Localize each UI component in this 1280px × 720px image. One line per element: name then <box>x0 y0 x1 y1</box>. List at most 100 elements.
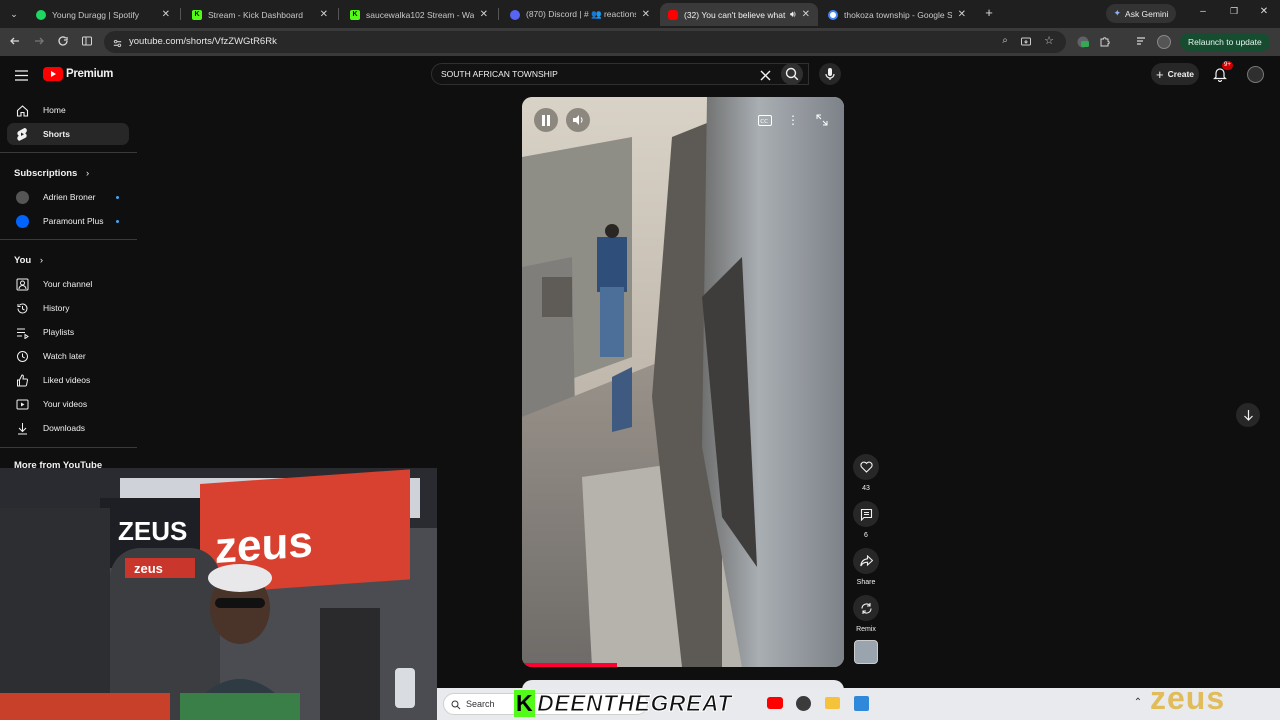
sidebar-divider <box>0 152 137 153</box>
youtube-taskbar-icon[interactable] <box>767 697 783 709</box>
notifications-button[interactable]: 9+ <box>1213 61 1233 83</box>
volume-button[interactable] <box>566 108 590 132</box>
voice-search-button[interactable] <box>819 63 841 85</box>
search-box[interactable]: SOUTH AFRICAN TOWNSHIP <box>431 63 809 85</box>
zeus-corner-logo: zeus <box>1150 680 1226 716</box>
extensions-puzzle-icon[interactable] <box>1098 35 1112 49</box>
sidebar-item-history[interactable]: History <box>7 297 129 319</box>
close-tab-icon[interactable]: ✕ <box>320 9 328 20</box>
gemini-sparkle-icon: ✦ <box>1113 8 1122 18</box>
extension-badge-icon[interactable] <box>1076 35 1090 49</box>
bookmark-star-icon[interactable]: ☆ <box>1042 34 1056 48</box>
sidebar-item-label: Liked videos <box>43 375 91 385</box>
guide-menu-icon[interactable] <box>15 68 29 81</box>
more-options-button[interactable]: ⋮ <box>781 108 805 132</box>
install-app-icon[interactable] <box>1020 35 1034 49</box>
tab-search-menu-button[interactable]: ⌄ <box>6 6 22 22</box>
home-icon <box>15 103 29 117</box>
app-taskbar-icon[interactable] <box>854 696 869 711</box>
share-button[interactable] <box>853 548 879 574</box>
remix-button[interactable] <box>853 595 879 621</box>
sidebar-item-your-channel[interactable]: Your channel <box>7 273 129 295</box>
captions-button[interactable]: CC <box>753 108 777 132</box>
shorts-icon <box>15 127 29 141</box>
sidebar-item-liked-videos[interactable]: Liked videos <box>7 369 129 391</box>
tab-kick-stream[interactable]: K saucewalka102 Stream - Watch ✕ <box>342 3 496 26</box>
account-avatar[interactable] <box>1247 66 1264 83</box>
tab-spotify[interactable]: Young Duragg | Spotify ✕ <box>28 3 178 26</box>
sidebar-item-watch-later[interactable]: Watch later <box>7 345 129 367</box>
subscriptions-header[interactable]: Subscriptions › <box>14 168 89 179</box>
create-button[interactable]: + Create <box>1151 63 1199 85</box>
tab-kick-dashboard[interactable]: K Stream - Kick Dashboard ✕ <box>184 3 336 26</box>
browser-tab-strip: ⌄ Young Duragg | Spotify ✕ K Stream - Ki… <box>0 0 1280 28</box>
username-text: DEENTHEGREAT <box>537 690 732 717</box>
obs-taskbar-icon[interactable] <box>796 696 811 711</box>
site-info-icon[interactable] <box>112 36 124 48</box>
back-arrow-icon[interactable] <box>8 35 22 49</box>
zoom-icon[interactable]: ⌕ <box>998 35 1012 49</box>
sidebar-item-shorts[interactable]: Shorts <box>7 123 129 145</box>
minimize-window-button[interactable]: – <box>1196 6 1210 20</box>
kick-icon: K <box>350 9 360 20</box>
side-panel-icon[interactable] <box>80 35 94 49</box>
sidebar-item-your-videos[interactable]: Your videos <box>7 393 129 415</box>
close-tab-icon[interactable]: ✕ <box>642 9 650 20</box>
your-videos-icon <box>15 397 29 411</box>
ask-gemini-button[interactable]: ✦ Ask Gemini <box>1106 4 1176 23</box>
channel-avatar <box>15 214 29 228</box>
audio-playing-icon[interactable]: 🔊︎ <box>790 9 796 20</box>
sound-thumbnail[interactable] <box>854 640 878 664</box>
subscription-paramount-plus[interactable]: Paramount Plus <box>7 210 129 232</box>
clear-search-icon[interactable] <box>760 68 772 81</box>
close-tab-icon[interactable]: ✕ <box>802 9 810 20</box>
tab-title: (32) You can't believe what <box>684 9 786 20</box>
sidebar-divider <box>0 447 137 448</box>
browser-toolbar: youtube.com/shorts/VfzZWGtR6Rk ⌕ ☆ Relau… <box>0 28 1280 74</box>
reading-list-icon[interactable] <box>1134 35 1148 49</box>
new-content-dot <box>116 196 119 199</box>
reload-icon[interactable] <box>56 35 70 49</box>
address-bar[interactable]: youtube.com/shorts/VfzZWGtR6Rk ⌕ ☆ <box>104 31 1066 53</box>
sidebar-item-playlists[interactable]: Playlists <box>7 321 129 343</box>
forward-arrow-icon[interactable] <box>32 35 46 49</box>
tab-title: Stream - Kick Dashboard <box>208 9 303 20</box>
close-tab-icon[interactable]: ✕ <box>480 9 488 20</box>
close-tab-icon[interactable]: ✕ <box>958 9 966 20</box>
remix-label: Remix <box>856 626 876 633</box>
close-tab-icon[interactable]: ✕ <box>162 9 170 20</box>
like-button[interactable] <box>853 454 879 480</box>
tab-google-search[interactable]: thokoza township - Google Sea ✕ <box>820 3 974 26</box>
your-channel-icon <box>15 277 29 291</box>
svg-text:zeus: zeus <box>215 517 313 573</box>
subscription-adrien-broner[interactable]: Adrien Broner <box>7 186 129 208</box>
show-hidden-icons-chevron-up-icon[interactable]: ⌃ <box>1132 697 1144 709</box>
sidebar-item-label: Your channel <box>43 279 93 289</box>
new-tab-button[interactable]: + <box>982 5 996 21</box>
restore-window-button[interactable]: ❐ <box>1227 6 1241 20</box>
sidebar-item-home[interactable]: Home <box>7 99 129 121</box>
pause-button[interactable] <box>534 108 558 132</box>
next-short-button[interactable] <box>1236 403 1260 427</box>
close-window-button[interactable]: ✕ <box>1257 6 1271 20</box>
search-button[interactable] <box>781 63 803 85</box>
file-explorer-taskbar-icon[interactable] <box>825 697 840 709</box>
shorts-video-player[interactable]: CC ⋮ <box>522 97 844 667</box>
sidebar-item-label: Home <box>43 105 66 115</box>
remix-icon <box>860 602 872 614</box>
sidebar-item-downloads[interactable]: Downloads <box>7 417 129 439</box>
profile-avatar[interactable] <box>1157 35 1171 49</box>
you-header[interactable]: You › <box>14 255 43 266</box>
channel-avatar <box>15 190 29 204</box>
youtube-premium-logo[interactable]: Premium <box>43 67 113 81</box>
tab-separator <box>338 8 339 20</box>
discord-icon <box>510 9 520 20</box>
tab-youtube-active[interactable]: (32) You can't believe what 🔊︎ ✕ <box>660 3 818 26</box>
relaunch-to-update-button[interactable]: Relaunch to update <box>1180 33 1270 51</box>
comment-icon <box>860 508 872 521</box>
tab-discord[interactable]: (870) Discord | # 👥 reactions ✕ <box>502 3 658 26</box>
fullscreen-button[interactable] <box>810 108 834 132</box>
search-input[interactable]: SOUTH AFRICAN TOWNSHIP <box>441 69 558 79</box>
comments-button[interactable] <box>853 501 879 527</box>
heart-icon <box>859 461 873 473</box>
